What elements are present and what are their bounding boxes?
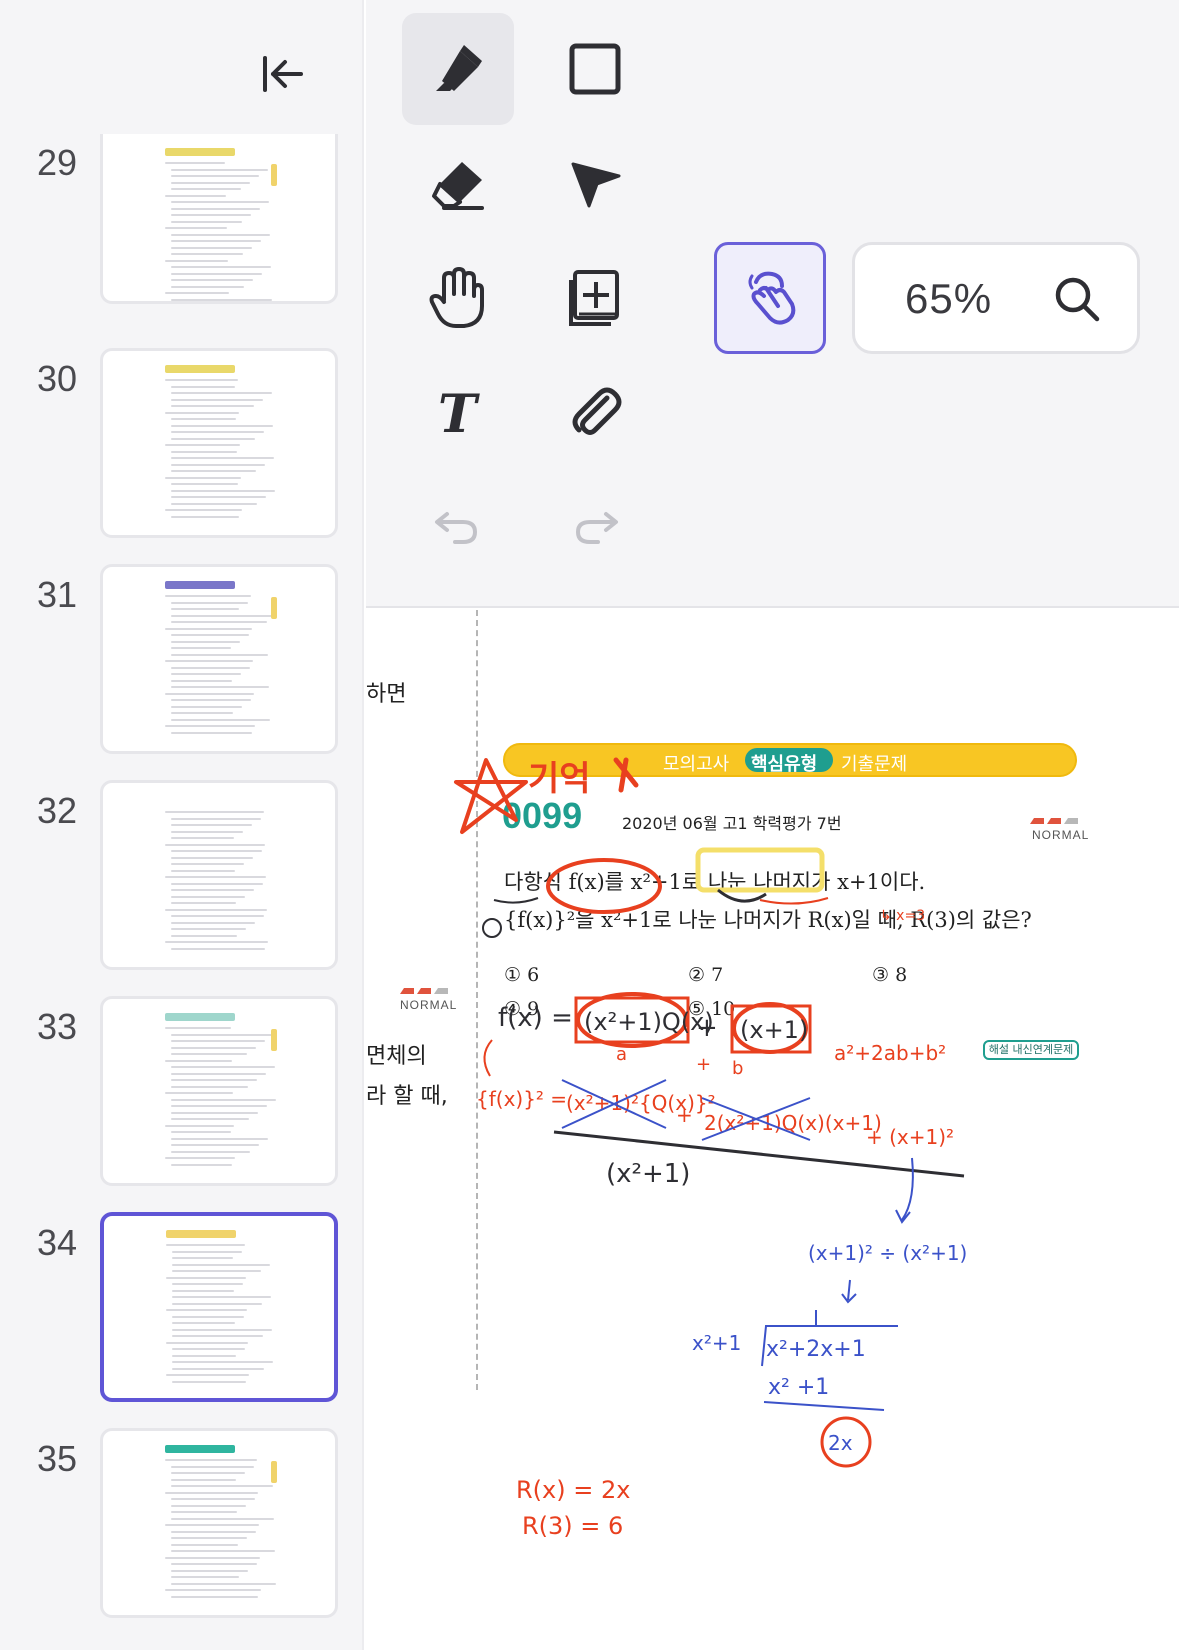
page-thumbnail-card[interactable] — [100, 134, 338, 304]
handwritten-equation: {f(x)}² = — [476, 1087, 567, 1111]
svg-text:+: + — [676, 1103, 693, 1127]
page-thumbnail-card[interactable] — [100, 564, 338, 754]
page-number: 34 — [36, 1222, 78, 1263]
redo-button[interactable] — [539, 470, 651, 582]
rectangle-icon — [569, 43, 621, 95]
attach-file-button[interactable] — [539, 356, 651, 468]
page-number: 29 — [36, 142, 78, 183]
hand-tool-button[interactable] — [402, 242, 514, 354]
cursor-arrow-icon — [571, 162, 621, 208]
handwritten-equation: x²+1 — [692, 1331, 741, 1355]
handwritten-equation: 2x — [828, 1431, 853, 1455]
eraser-icon — [432, 162, 484, 210]
page-thumbnail-card[interactable] — [100, 996, 338, 1186]
page-preview — [165, 144, 277, 301]
search-icon[interactable] — [1049, 271, 1105, 327]
page-number: 30 — [36, 358, 78, 399]
eraser-tool-button[interactable] — [402, 128, 514, 240]
redo-icon — [575, 512, 618, 544]
page-thumbnail-sidebar: 29 30 31 32 33 34 35 — [0, 0, 364, 1650]
document-canvas[interactable]: 하면 NORMAL 면체의 라 할 때, 모의고사 핵심유형 기출문제 0099… — [366, 610, 1179, 1650]
svg-text:+: + — [696, 1013, 718, 1043]
page-preview — [165, 793, 277, 958]
undo-button[interactable] — [402, 470, 514, 582]
page-thumbnail-card-selected[interactable] — [100, 1212, 338, 1402]
collapse-left-icon — [263, 56, 303, 92]
pen-icon — [436, 45, 482, 91]
svg-text:2(x²+1)Q(x)(x+1): 2(x²+1)Q(x)(x+1) — [704, 1111, 882, 1135]
handwritten-equation: x² +1 — [768, 1375, 829, 1400]
handwriting-layer: 기억 ↳ x=3 f(x) = (x²+1)Q(x) + (x+1) a + b… — [454, 757, 967, 1540]
handwritten-note: 기억 — [528, 759, 591, 799]
svg-text:↳ x=3: ↳ x=3 — [880, 908, 925, 924]
page-thumbnail[interactable]: 32 — [0, 780, 362, 970]
rectangle-tool-button[interactable] — [539, 13, 651, 125]
page-thumbnail[interactable]: 30 — [0, 348, 362, 538]
page-preview — [166, 1226, 278, 1391]
touch-draw-toggle-button[interactable] — [714, 242, 826, 354]
paperclip-icon — [572, 387, 622, 435]
page-thumbnail[interactable]: 29 — [0, 134, 362, 332]
handwritten-equation: (x²+1)Q(x) — [584, 1008, 714, 1036]
finger-touch-icon — [748, 271, 796, 325]
handwritten-equation: (x²+1) — [606, 1159, 690, 1189]
add-page-icon — [569, 270, 619, 326]
pen-tool-button[interactable] — [402, 13, 514, 125]
svg-text:a: a — [616, 1044, 627, 1065]
handwritten-equation: (x+1) — [740, 1016, 808, 1044]
handwritten-answer: R(x) = 2x — [516, 1476, 630, 1504]
zoom-level: 65% — [905, 275, 993, 322]
page-number: 32 — [36, 790, 78, 831]
handwritten-equation: (x+1)² ÷ (x²+1) — [808, 1241, 967, 1265]
handwritten-equation: x²+2x+1 — [766, 1337, 866, 1362]
page-number: 31 — [36, 574, 78, 615]
page-thumbnail[interactable]: 33 — [0, 996, 362, 1186]
zoom-control[interactable]: 65% — [852, 242, 1140, 354]
svg-text:b: b — [732, 1058, 743, 1079]
page-number: 35 — [36, 1438, 78, 1479]
annotation-toolbar: 65% T — [366, 0, 1179, 608]
svg-text:+: + — [696, 1054, 711, 1075]
page-thumbnail[interactable]: 34 — [0, 1212, 362, 1402]
page-thumbnail[interactable]: 31 — [0, 564, 362, 754]
handwritten-equation: f(x) = — [498, 1003, 573, 1033]
add-page-button[interactable] — [539, 242, 651, 354]
page-preview — [165, 1441, 277, 1606]
handwritten-answer: R(3) = 6 — [522, 1512, 623, 1540]
page-number: 33 — [36, 1006, 78, 1047]
page-preview — [165, 1009, 277, 1174]
page-preview — [165, 577, 277, 742]
pdf-annotator-app: 29 30 31 32 33 34 35 65% T 하면 NORMAL 면체의… — [0, 0, 1179, 1650]
text-icon: T — [438, 384, 480, 440]
page-thumbnail[interactable]: 35 — [0, 1428, 362, 1618]
page-thumbnail-card[interactable] — [100, 780, 338, 970]
hand-icon — [429, 267, 484, 328]
page-preview — [165, 361, 277, 526]
svg-text:+ (x+1)²: + (x+1)² — [866, 1125, 954, 1149]
collapse-sidebar-button[interactable] — [250, 44, 316, 104]
star-annotation — [454, 758, 528, 834]
page-thumbnail-card[interactable] — [100, 348, 338, 538]
select-tool-button[interactable] — [539, 128, 651, 240]
handwritten-equation: a²+2ab+b² — [834, 1041, 946, 1065]
svg-text:(x²+1)²{Q(x)}²: (x²+1)²{Q(x)}² — [566, 1091, 716, 1115]
text-tool-button[interactable]: T — [402, 356, 514, 468]
svg-text:T: T — [438, 384, 480, 440]
undo-icon — [435, 512, 478, 544]
page-thumbnail-card[interactable] — [100, 1428, 338, 1618]
